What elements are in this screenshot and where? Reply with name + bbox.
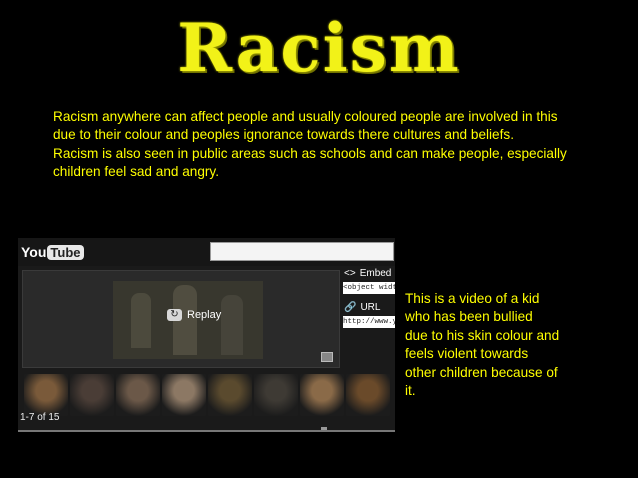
video-thumbnail[interactable]: [346, 374, 390, 416]
video-count: 1-7 of 15: [20, 412, 60, 423]
link-icon: 🔗: [344, 302, 357, 313]
video-player[interactable]: ↻ Replay: [22, 270, 340, 368]
embed-label: Embed: [359, 268, 392, 279]
url-row: 🔗 URL: [344, 302, 380, 313]
video-figure: [221, 295, 243, 355]
scroll-indicator-icon[interactable]: [321, 427, 327, 430]
replay-label: Replay: [187, 309, 222, 321]
description-line: other children because of: [405, 364, 558, 380]
video-description: This is a video of a kid who has been bu…: [405, 290, 595, 400]
video-thumbnail[interactable]: [162, 374, 206, 416]
youtube-logo-tube: Tube: [47, 245, 84, 260]
youtube-logo[interactable]: You Tube: [21, 244, 84, 260]
intro-line: Racism anywhere can affect people and us…: [53, 109, 558, 124]
description-line: This is a video of a kid: [405, 291, 540, 306]
description-line: it.: [405, 383, 416, 399]
url-field[interactable]: http://www.yo: [343, 316, 395, 328]
description-line: who has been bullied: [405, 309, 533, 325]
replay-icon: ↻: [167, 309, 182, 321]
description-line: feels violent towards: [405, 346, 529, 362]
embed-row: <> Embed: [344, 268, 391, 279]
intro-line: children feel sad and angry.: [53, 164, 219, 180]
video-thumbnail[interactable]: [116, 374, 160, 416]
youtube-logo-you: You: [21, 244, 47, 260]
share-panel: <> Embed <object width=" 🔗 URL http://ww…: [340, 266, 395, 374]
video-thumbnail[interactable]: [254, 374, 298, 416]
video-thumbnail[interactable]: [70, 374, 114, 416]
video-figure: [131, 293, 151, 348]
fullscreen-icon[interactable]: [321, 352, 333, 362]
youtube-embed-screenshot: YouTube ↻ Replay <> Embed <object width=…: [18, 238, 395, 432]
youtube-header: You Tube: [18, 238, 395, 266]
intro-line: Racism is also seen in public areas such…: [53, 145, 567, 161]
description-line: due to his skin colour and: [405, 327, 560, 343]
search-input[interactable]: [210, 242, 394, 261]
embed-code-field[interactable]: <object width=": [343, 282, 395, 294]
video-thumbnail[interactable]: [208, 374, 252, 416]
intro-text: Racism anywhere can affect people and us…: [53, 108, 613, 182]
video-thumbnail[interactable]: [300, 374, 344, 416]
url-label: URL: [360, 302, 381, 313]
replay-button[interactable]: ↻ Replay: [167, 309, 221, 321]
code-icon: <>: [344, 268, 356, 279]
intro-line: due to their colour and peoples ignoranc…: [53, 127, 514, 143]
related-videos-strip: [22, 374, 395, 416]
page-title: Racism: [177, 9, 461, 87]
video-thumbnail[interactable]: [24, 374, 68, 416]
